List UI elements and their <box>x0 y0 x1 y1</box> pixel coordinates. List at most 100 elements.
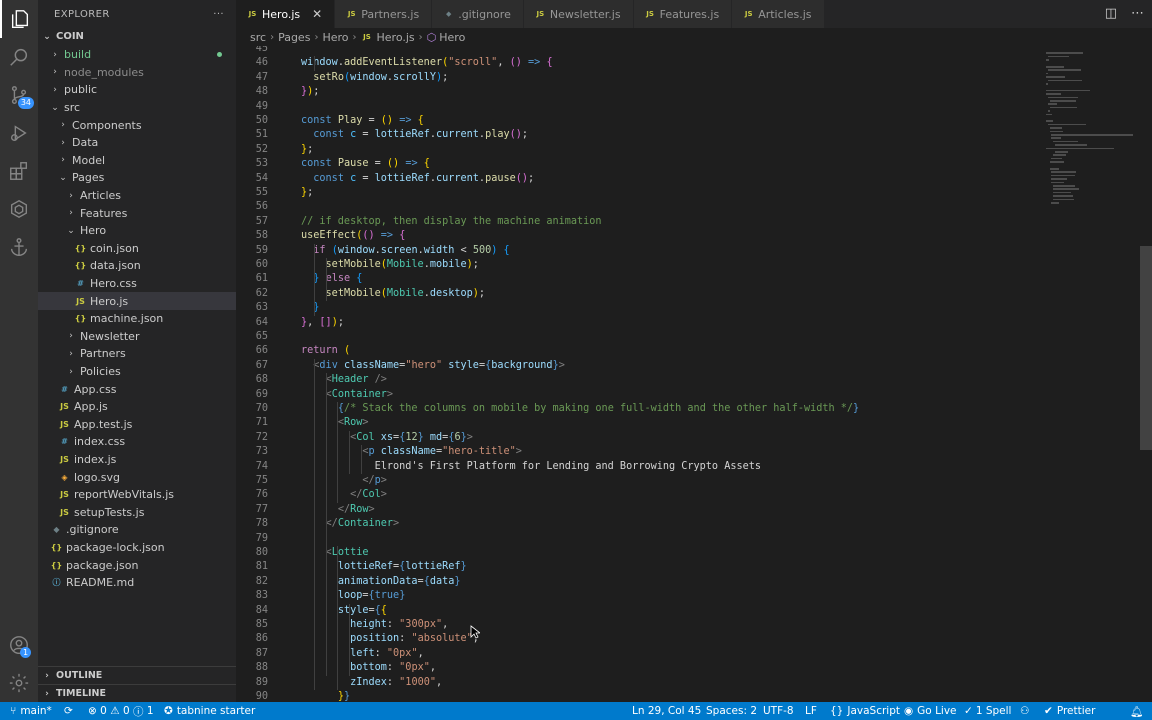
code-line[interactable]: 61 } else { <box>236 272 1046 286</box>
code-line[interactable]: 65 <box>236 330 1046 344</box>
editor-tab[interactable]: ◆ .gitignore <box>432 0 524 28</box>
code-line[interactable]: 53 const Pause = () => { <box>236 157 1046 171</box>
code-line[interactable]: 63 } <box>236 301 1046 315</box>
code-line[interactable]: 52}; <box>236 143 1046 157</box>
code-line[interactable]: 46 window.addEventListener("scroll", () =… <box>236 56 1046 70</box>
remote-explorer-icon[interactable] <box>0 190 38 228</box>
breadcrumb-item[interactable]: Hero <box>439 31 465 44</box>
code-line[interactable]: 62 setMobile(Mobile.desktop); <box>236 287 1046 301</box>
tree-file[interactable]: ◈ logo.svg <box>38 468 236 486</box>
settings-gear-icon[interactable] <box>0 664 38 702</box>
code-line[interactable]: 49 <box>236 100 1046 114</box>
code-line[interactable]: 83 loop={true} <box>236 589 1046 603</box>
cursor-position[interactable]: Ln 29, Col 45 <box>632 702 701 720</box>
go-live-button[interactable]: ◉ Go Live <box>904 702 957 720</box>
editor-tab[interactable]: JS Features.js <box>633 0 733 28</box>
tree-folder[interactable]: ⌄ Hero <box>38 222 236 240</box>
code-line[interactable]: 60 setMobile(Mobile.mobile); <box>236 258 1046 272</box>
tree-file[interactable]: {} machine.json <box>38 310 236 328</box>
code-line[interactable]: 69 <Container> <box>236 388 1046 402</box>
code-line[interactable]: 87 left: "0px", <box>236 647 1046 661</box>
tree-file[interactable]: JS App.test.js <box>38 416 236 434</box>
search-icon[interactable] <box>0 38 38 76</box>
code-line[interactable]: 82 animationData={data} <box>236 575 1046 589</box>
more-actions-icon[interactable]: ··· <box>213 9 224 20</box>
minimap[interactable] <box>1046 46 1142 702</box>
tree-file[interactable]: {} data.json <box>38 257 236 275</box>
code-line[interactable]: 74 Elrond's First Platform for Lending a… <box>236 460 1046 474</box>
tree-file[interactable]: # App.css <box>38 380 236 398</box>
sync-icon[interactable]: ⟳ <box>64 702 73 720</box>
notifications-bell-icon[interactable]: 🔔︎ <box>1130 702 1143 720</box>
tree-folder[interactable]: › Components <box>38 116 236 134</box>
code-line[interactable]: 89 zIndex: "1000", <box>236 676 1046 690</box>
code-line[interactable]: 86 position: "absolute", <box>236 632 1046 646</box>
language-mode[interactable]: {} JavaScript <box>830 702 900 720</box>
project-root[interactable]: ⌄ COIN <box>38 28 236 46</box>
tree-file[interactable]: JS reportWebVitals.js <box>38 486 236 504</box>
editor-tab[interactable]: JS Articles.js <box>732 0 825 28</box>
tree-file[interactable]: {} package.json <box>38 556 236 574</box>
code-line[interactable]: 80 <Lottie <box>236 546 1046 560</box>
source-control-icon[interactable]: 34 <box>0 76 38 114</box>
editor-tab[interactable]: JS Newsletter.js <box>523 0 634 28</box>
anchor-icon[interactable] <box>0 228 38 266</box>
tree-file[interactable]: ◆ .gitignore <box>38 521 236 539</box>
code-line[interactable]: 66 return ( <box>236 344 1046 358</box>
code-line[interactable]: 81 lottieRef={lottieRef} <box>236 560 1046 574</box>
tree-file[interactable]: # Hero.css <box>38 275 236 293</box>
code-line[interactable]: 84 style={{ <box>236 604 1046 618</box>
tree-folder[interactable]: ⌄ src <box>38 99 236 117</box>
code-line[interactable]: 45 <box>236 46 1046 56</box>
indentation[interactable]: Spaces: 2 <box>706 702 757 720</box>
tree-file[interactable]: # index.css <box>38 433 236 451</box>
vertical-scrollbar[interactable] <box>1140 246 1152 450</box>
spell-check[interactable]: ✓ 1 Spell <box>964 702 1011 720</box>
tree-file[interactable]: {} coin.json <box>38 240 236 258</box>
code-line[interactable]: 54 const c = lottieRef.current.pause(); <box>236 172 1046 186</box>
breadcrumb-item[interactable]: Hero.js <box>377 31 415 44</box>
line-ending[interactable]: LF <box>805 702 817 720</box>
tree-file[interactable]: JS Hero.js <box>38 292 236 310</box>
tree-folder[interactable]: › Articles <box>38 187 236 205</box>
code-line[interactable]: 51 const c = lottieRef.current.play(); <box>236 128 1046 142</box>
tree-file[interactable]: {} package-lock.json <box>38 539 236 557</box>
timeline-section[interactable]: › TIMELINE <box>38 684 236 702</box>
prettier-status[interactable]: ✔ Prettier <box>1044 702 1095 720</box>
outline-section[interactable]: › OUTLINE <box>38 666 236 684</box>
code-line[interactable]: 68 <Header /> <box>236 373 1046 387</box>
tree-folder[interactable]: › Features <box>38 204 236 222</box>
tree-folder[interactable]: › Data <box>38 134 236 152</box>
tree-folder[interactable]: ⌄ Pages <box>38 169 236 187</box>
accounts-icon[interactable]: 1 <box>0 626 38 664</box>
tree-file[interactable]: JS App.js <box>38 398 236 416</box>
code-line[interactable]: 56 <box>236 200 1046 214</box>
tree-folder[interactable]: › node_modules <box>38 64 236 82</box>
extensions-icon[interactable] <box>0 152 38 190</box>
code-line[interactable]: 71 <Row> <box>236 416 1046 430</box>
breadcrumb-item[interactable]: Pages <box>278 31 310 44</box>
code-line[interactable]: 47 setRo(window.scrollY); <box>236 71 1046 85</box>
code-line[interactable]: 48}); <box>236 85 1046 99</box>
tabnine-status[interactable]: ✪ tabnine starter <box>164 702 255 720</box>
tree-folder[interactable]: › Newsletter <box>38 328 236 346</box>
code-line[interactable]: 55}; <box>236 186 1046 200</box>
code-line[interactable]: 75 </p> <box>236 474 1046 488</box>
branch-indicator[interactable]: ⑂ main* <box>10 702 52 720</box>
code-line[interactable]: 72 <Col xs={12} md={6}> <box>236 431 1046 445</box>
explorer-icon[interactable] <box>0 0 38 38</box>
tree-folder[interactable]: › public <box>38 81 236 99</box>
code-line[interactable]: 58 useEffect(() => { <box>236 229 1046 243</box>
tree-folder[interactable]: › build <box>38 46 236 64</box>
code-line[interactable]: 57 // if desktop, then display the machin… <box>236 215 1046 229</box>
live-share-icon[interactable]: ⚇ <box>1020 702 1029 720</box>
run-debug-icon[interactable] <box>0 114 38 152</box>
code-line[interactable]: 73 <p className="hero-title"> <box>236 445 1046 459</box>
breadcrumb-item[interactable]: src <box>250 31 266 44</box>
code-line[interactable]: 64}, []); <box>236 316 1046 330</box>
code-line[interactable]: 77 </Row> <box>236 503 1046 517</box>
code-line[interactable]: 85 height: "300px", <box>236 618 1046 632</box>
code-line[interactable]: 50 const Play = () => { <box>236 114 1046 128</box>
breadcrumb-item[interactable]: Hero <box>322 31 348 44</box>
tree-folder[interactable]: › Partners <box>38 345 236 363</box>
